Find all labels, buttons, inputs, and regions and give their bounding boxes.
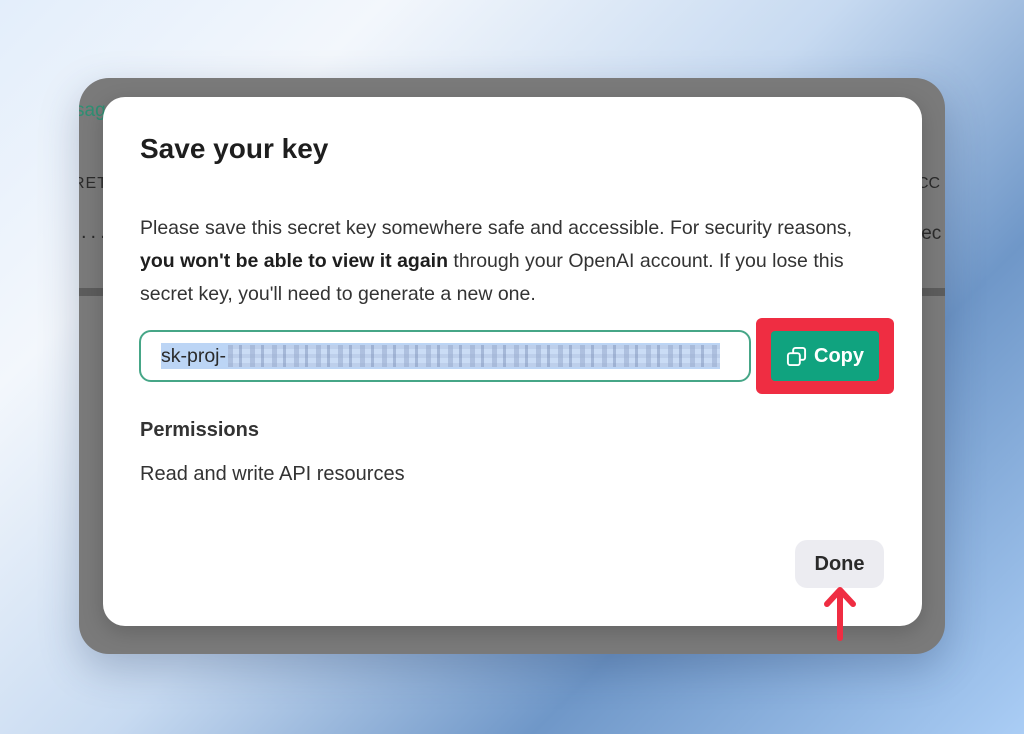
- permissions-value: Read and write API resources: [140, 463, 405, 485]
- done-button[interactable]: Done: [795, 540, 884, 588]
- dialog-title: Save your key: [140, 133, 329, 164]
- secret-key-prefix: sk-proj-: [161, 344, 227, 367]
- copy-button[interactable]: Copy: [771, 331, 879, 381]
- copy-button-label: Copy: [814, 344, 864, 367]
- up-arrow-icon: [823, 584, 857, 649]
- copy-icon: [786, 346, 807, 367]
- dialog-description: Please save this secret key somewhere sa…: [140, 212, 880, 311]
- save-key-dialog: Save your key Please save this secret ke…: [103, 97, 922, 626]
- secret-key-masked-value: [228, 345, 721, 367]
- secret-key-value[interactable]: sk-proj-: [161, 343, 721, 369]
- description-emphasis: you won't be able to view it again: [140, 250, 449, 272]
- secret-key-field[interactable]: sk-proj-: [139, 330, 751, 382]
- background-link-fragment: sag: [79, 100, 106, 121]
- description-text-start: Please save this secret key somewhere sa…: [140, 217, 853, 239]
- permissions-label: Permissions: [140, 419, 259, 441]
